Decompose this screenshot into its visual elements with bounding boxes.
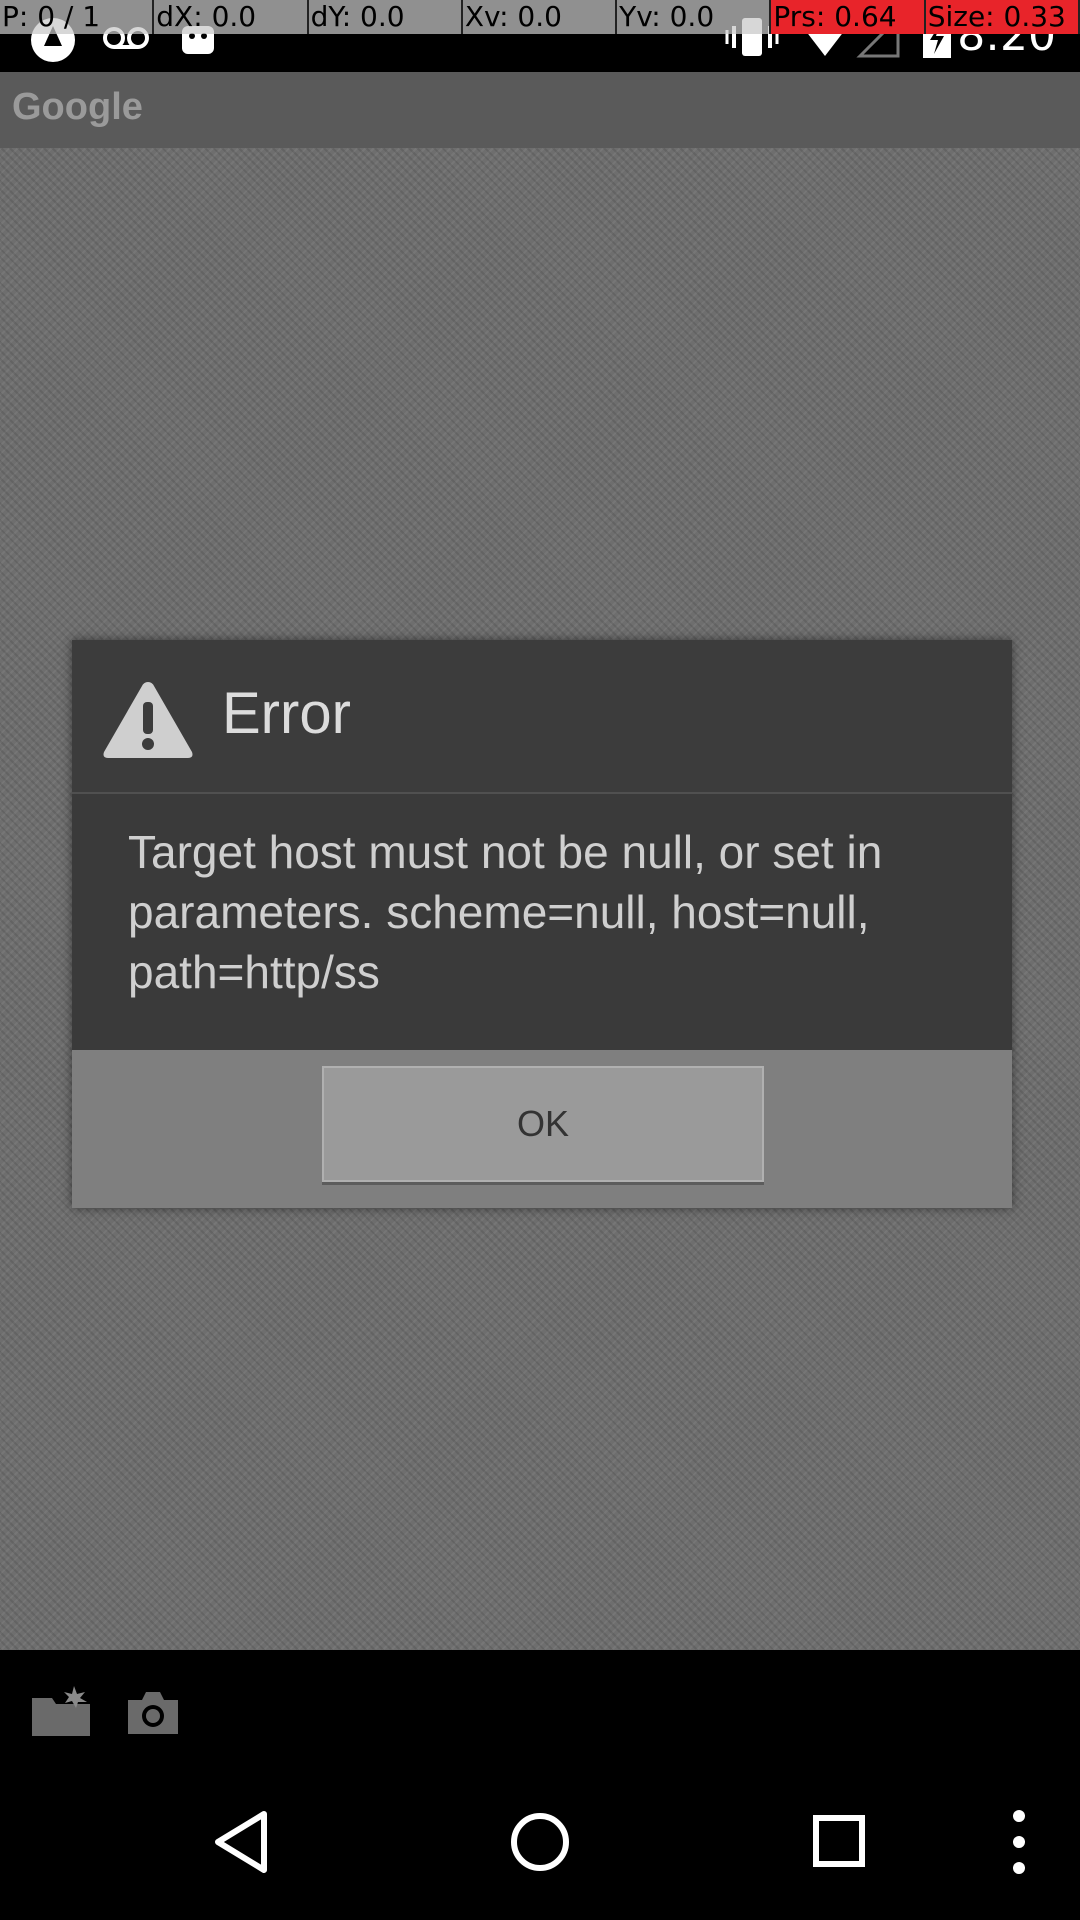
navigation-bar bbox=[0, 1770, 1080, 1920]
ok-button[interactable]: OK bbox=[322, 1066, 764, 1182]
dialog-body: Target host must not be null, or set in … bbox=[72, 794, 1012, 1050]
app-tray bbox=[0, 1650, 1080, 1770]
warning-icon bbox=[100, 678, 196, 766]
debug-xv: Xv: 0.0 bbox=[462, 0, 618, 34]
dialog-message: Target host must not be null, or set in … bbox=[128, 826, 883, 998]
debug-size: Size: 0.33 bbox=[925, 0, 1080, 34]
home-icon[interactable] bbox=[506, 1806, 574, 1882]
camera-icon[interactable] bbox=[124, 1684, 182, 1744]
folder-icon[interactable] bbox=[30, 1684, 92, 1744]
dialog-footer: OK bbox=[72, 1050, 1012, 1208]
recents-icon[interactable] bbox=[808, 1806, 872, 1882]
debug-pressure: Prs: 0.64 bbox=[771, 0, 926, 34]
error-dialog: Error Target host must not be null, or s… bbox=[72, 640, 1012, 1208]
back-icon[interactable] bbox=[210, 1806, 272, 1882]
dialog-title: Error bbox=[222, 681, 351, 746]
dialog-header: Error bbox=[72, 640, 1012, 794]
debug-pointer-count: P: 0 / 1 bbox=[0, 0, 155, 34]
app-bar: Google bbox=[0, 72, 1080, 148]
debug-yv: Yv: 0.0 bbox=[617, 0, 772, 34]
pointer-debug-overlay: P: 0 / 1 dX: 0.0 dY: 0.0 Xv: 0.0 Yv: 0.0… bbox=[0, 0, 1080, 36]
menu-icon[interactable] bbox=[1004, 1806, 1034, 1882]
app-title: Google bbox=[12, 86, 143, 128]
debug-dx: dX: 0.0 bbox=[154, 0, 309, 34]
debug-dy: dY: 0.0 bbox=[308, 0, 463, 34]
